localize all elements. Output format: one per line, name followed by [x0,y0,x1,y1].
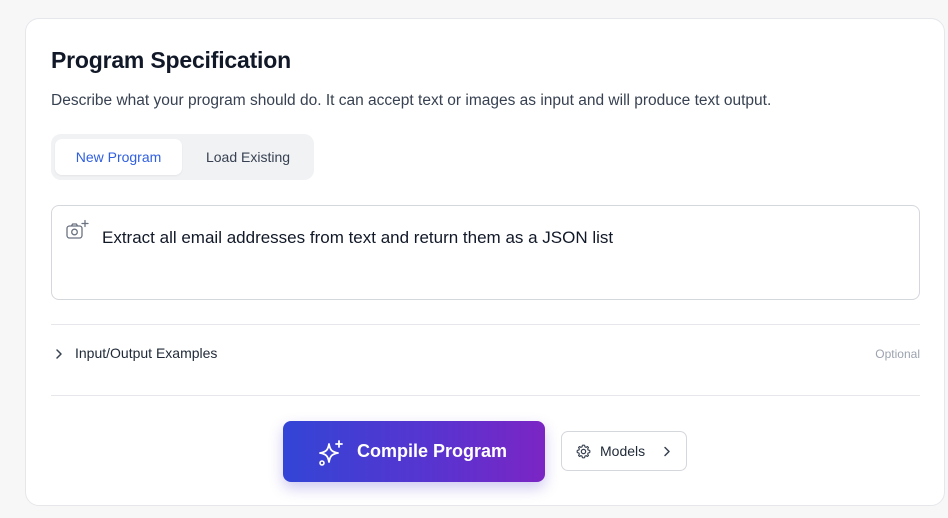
examples-toggle[interactable]: Input/Output Examples Optional [51,339,920,369]
compile-program-button[interactable]: Compile Program [283,421,545,482]
card-subtitle: Describe what your program should do. It… [51,92,772,109]
models-button[interactable]: Models [561,431,687,471]
optional-label: Optional [875,347,920,361]
program-description-input[interactable]: Extract all email addresses from text an… [51,205,920,300]
compile-program-label: Compile Program [357,441,508,461]
tab-load-existing[interactable]: Load Existing [186,139,310,175]
chevron-right-icon [664,446,670,457]
camera-plus-icon[interactable] [65,219,89,241]
divider [51,395,920,396]
program-description-text: Extract all email addresses from text an… [102,228,614,247]
divider [51,324,920,325]
models-label: Models [600,443,646,459]
program-spec-card: Program Specification Describe what your… [25,18,945,506]
sparkles-icon [319,440,343,466]
mode-tabs: New Program Load Existing [51,134,314,180]
card-title: Program Specification [51,47,291,73]
tab-new-program[interactable]: New Program [55,139,182,175]
chevron-right-icon [56,349,62,359]
gear-icon [576,444,591,459]
examples-label: Input/Output Examples [75,345,218,361]
